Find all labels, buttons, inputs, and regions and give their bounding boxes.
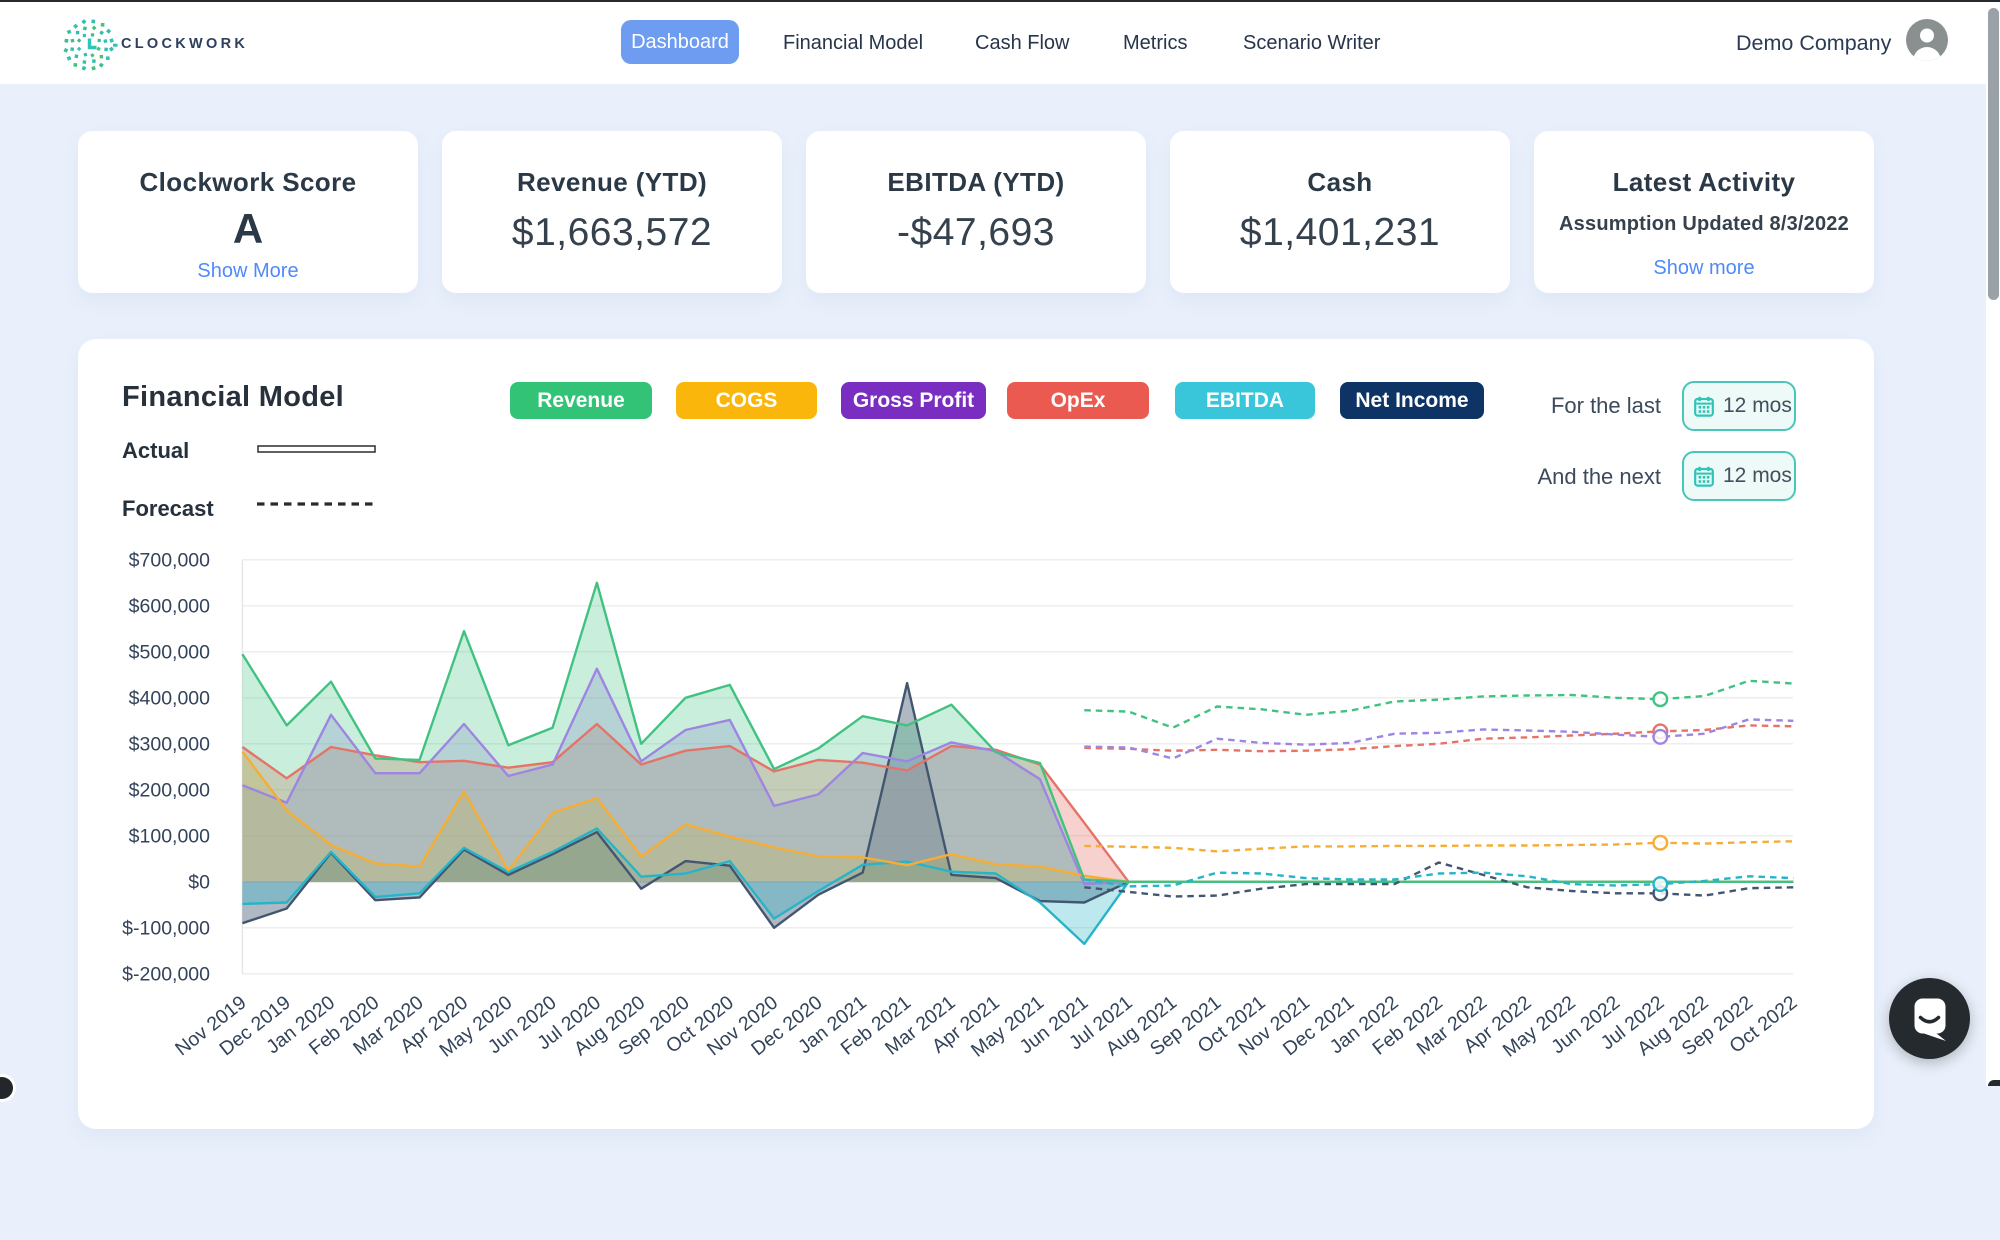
svg-text:$500,000: $500,000 bbox=[129, 641, 210, 663]
svg-text:$400,000: $400,000 bbox=[129, 687, 210, 709]
svg-text:$200,000: $200,000 bbox=[129, 779, 210, 801]
svg-text:$0: $0 bbox=[188, 871, 210, 893]
svg-text:$700,000: $700,000 bbox=[129, 549, 210, 571]
svg-text:$600,000: $600,000 bbox=[129, 595, 210, 617]
svg-text:$100,000: $100,000 bbox=[129, 825, 210, 847]
svg-text:$-100,000: $-100,000 bbox=[122, 917, 210, 939]
svg-text:$-200,000: $-200,000 bbox=[122, 963, 210, 985]
svg-text:$300,000: $300,000 bbox=[129, 733, 210, 755]
